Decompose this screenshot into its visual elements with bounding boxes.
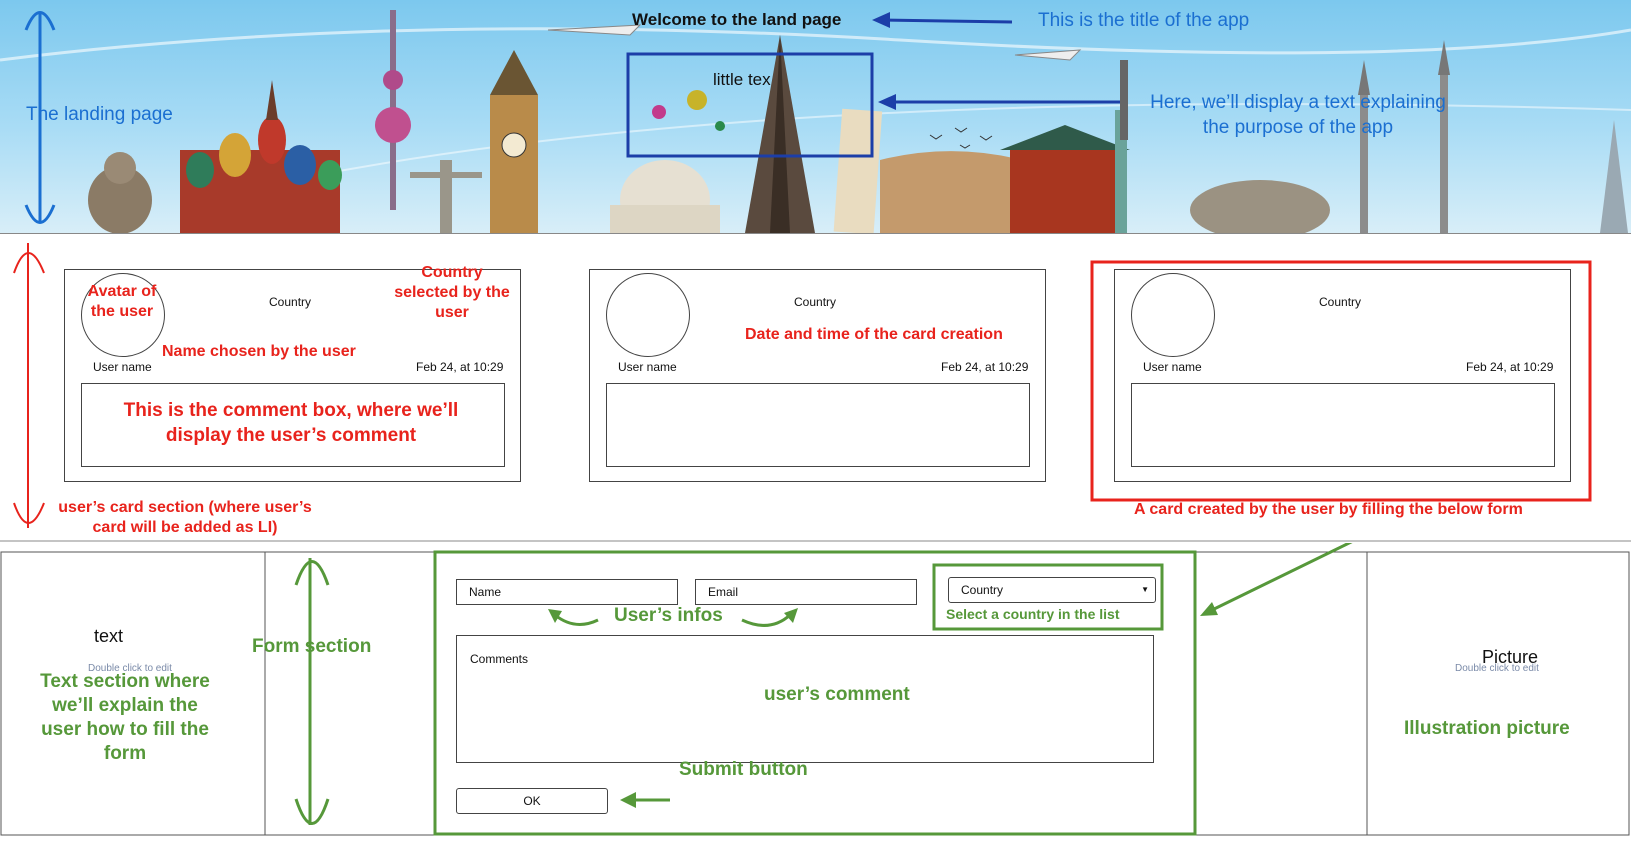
card-country: Country bbox=[1319, 295, 1362, 309]
title-annotation: This is the title of the app bbox=[1038, 10, 1250, 31]
landing-annotation: The landing page bbox=[26, 104, 173, 125]
form-area: Name Email Country ▼ Comments OK text Do… bbox=[0, 543, 1631, 848]
name-annotation: Name chosen by the user bbox=[162, 343, 356, 360]
name-input[interactable]: Name bbox=[456, 579, 678, 605]
comment-box bbox=[1131, 383, 1555, 467]
text-placeholder: text bbox=[94, 626, 124, 646]
comment-annotation: This is the comment box, where we’ll dis… bbox=[123, 400, 459, 446]
purpose-annotation: Here, we’ll display a text explaining th… bbox=[1150, 92, 1446, 138]
card-section: Country User name Feb 24, at 10:29 Count… bbox=[0, 233, 1631, 543]
text-section-annotation: Text section where we’ll explain the use… bbox=[40, 671, 210, 764]
ok-button[interactable]: OK bbox=[456, 788, 608, 814]
avatar bbox=[606, 273, 690, 357]
app-title: Welcome to the land page bbox=[632, 10, 842, 29]
double-click-hint: Double click to edit bbox=[1455, 663, 1539, 674]
email-input[interactable]: Email bbox=[695, 579, 917, 605]
user-card: Country User name Feb 24, at 10:29 bbox=[1114, 269, 1571, 482]
form-section-annotation: Form section bbox=[252, 636, 372, 657]
section-annotation: user’s card section (where user’s card w… bbox=[58, 499, 312, 536]
card-country: Country bbox=[794, 295, 837, 309]
card-country: Country bbox=[269, 295, 312, 309]
card-date: Feb 24, at 10:29 bbox=[941, 360, 1029, 374]
submit-annotation: Submit button bbox=[679, 759, 808, 780]
user-card: Country User name Feb 24, at 10:29 bbox=[589, 269, 1046, 482]
hero-little-text: little tex bbox=[713, 70, 771, 89]
comment-box bbox=[606, 383, 1030, 467]
country-select-value: Country bbox=[961, 583, 1004, 597]
illustration-annotation: Illustration picture bbox=[1404, 718, 1570, 739]
card-user-name: User name bbox=[1143, 360, 1202, 374]
avatar-annotation: Avatar of the user bbox=[87, 283, 157, 320]
card-date: Feb 24, at 10:29 bbox=[416, 360, 504, 374]
country-annotation: Country selected by the user bbox=[394, 264, 510, 321]
hero-banner: Welcome to the land page little tex This… bbox=[0, 0, 1631, 234]
card-date: Feb 24, at 10:29 bbox=[1466, 360, 1554, 374]
country-select[interactable]: Country ▼ bbox=[948, 577, 1156, 603]
card-user-name: User name bbox=[618, 360, 677, 374]
created-card-annotation: A card created by the user by filling th… bbox=[1134, 501, 1523, 518]
avatar bbox=[1131, 273, 1215, 357]
chevron-down-icon: ▼ bbox=[1141, 585, 1149, 594]
date-annotation: Date and time of the card creation bbox=[745, 326, 1003, 343]
user-comment-annotation: user’s comment bbox=[764, 684, 910, 705]
card-user-name: User name bbox=[93, 360, 152, 374]
user-infos-annotation: User’s infos bbox=[614, 605, 723, 626]
select-country-annotation: Select a country in the list bbox=[946, 606, 1120, 622]
